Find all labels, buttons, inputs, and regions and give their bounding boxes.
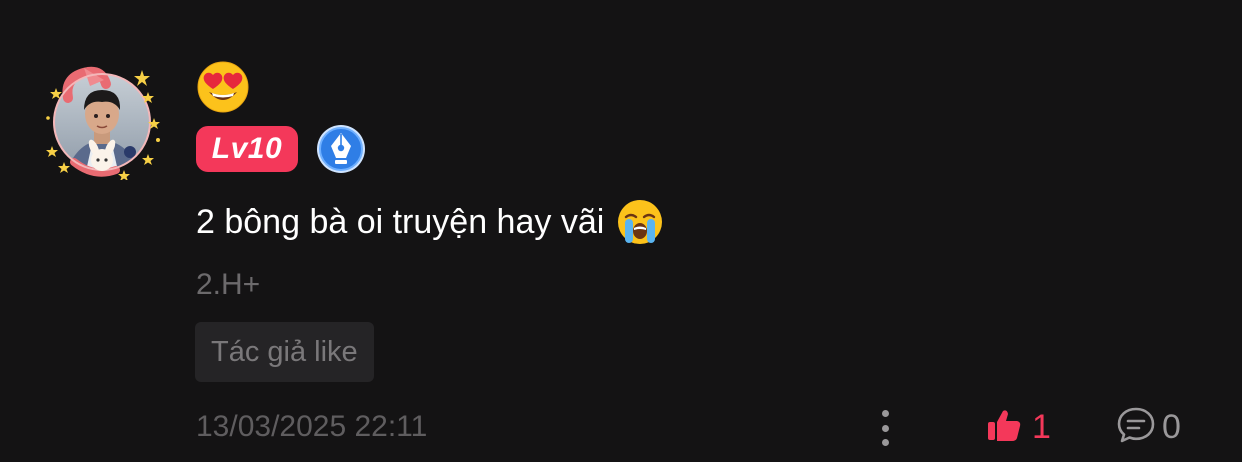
timestamp: 13/03/2025 22:11: [196, 410, 428, 443]
crying-face-icon: [616, 198, 664, 246]
more-vertical-icon[interactable]: [874, 410, 896, 446]
reply-button[interactable]: 0: [1116, 404, 1181, 450]
avatar[interactable]: [44, 58, 166, 180]
comment-bubble-icon: [1116, 405, 1156, 450]
like-button[interactable]: 1: [986, 404, 1051, 450]
comment-text: 2 bông bà oi truyện hay vãi: [196, 198, 664, 246]
chapter-label[interactable]: 2.H+: [196, 264, 260, 306]
username-emoji-icon[interactable]: [196, 60, 250, 114]
like-count: 1: [1032, 407, 1051, 446]
comment-item: Lv10 2 bông bà oi truyện hay vãi 2.H+ Tá…: [0, 0, 1242, 462]
comment-text-content: 2 bông bà oi truyện hay vãi: [196, 203, 605, 241]
thumbs-up-icon: [986, 407, 1022, 448]
user-badges: Lv10: [196, 124, 366, 174]
pen-nib-badge-icon[interactable]: [316, 124, 366, 174]
reply-count: 0: [1162, 407, 1181, 446]
author-like-badge: Tác giả like: [195, 322, 374, 382]
level-badge: Lv10: [196, 126, 298, 172]
